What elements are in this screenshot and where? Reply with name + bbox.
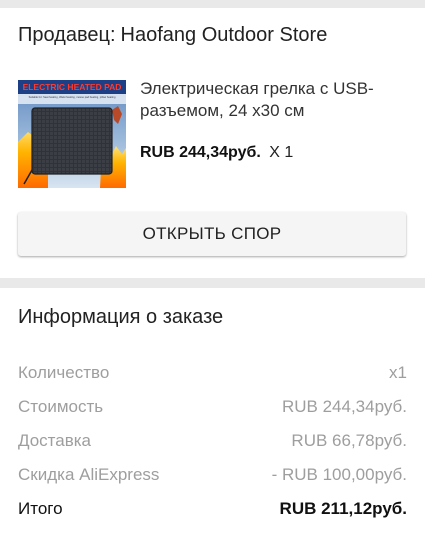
product-image[interactable]: ELECTRIC HEATED PAD Suitable for: Seat h… bbox=[18, 80, 126, 188]
order-info-heading: Информация о заказе bbox=[18, 306, 224, 328]
product-title[interactable]: Электрическая грелка с USB-разъемом, 24 … bbox=[140, 78, 405, 122]
order-row-value: x1 bbox=[389, 363, 407, 382]
order-row-label: Скидка AliExpress bbox=[18, 465, 160, 484]
product-price-row: RUB 244,34руб. X 1 bbox=[140, 144, 293, 162]
product-image-banner: ELECTRIC HEATED PAD bbox=[23, 82, 122, 92]
order-row-discount: Скидка AliExpress - RUB 100,00руб. bbox=[18, 463, 407, 487]
order-row-shipping: Доставка RUB 66,78руб. bbox=[18, 429, 407, 453]
seller-label: Продавец: bbox=[18, 24, 116, 46]
open-dispute-button[interactable]: ОТКРЫТЬ СПОР bbox=[18, 212, 406, 256]
order-info-card: Информация о заказе Количество x1 Стоимо… bbox=[0, 288, 425, 545]
top-divider bbox=[0, 0, 425, 8]
seller-name-link[interactable]: Haofang Outdoor Store bbox=[121, 24, 328, 46]
order-row-quantity: Количество x1 bbox=[18, 361, 407, 385]
order-row-label: Стоимость bbox=[18, 397, 104, 416]
order-row-value: RUB 244,34руб. bbox=[281, 397, 407, 416]
order-row-value: - RUB 100,00руб. bbox=[271, 465, 407, 484]
product-image-graphic: ELECTRIC HEATED PAD Suitable for: Seat h… bbox=[18, 80, 126, 188]
order-row-cost: Стоимость RUB 244,34руб. bbox=[18, 395, 407, 419]
seller-line: Продавец: Haofang Outdoor Store bbox=[18, 24, 327, 47]
order-row-label: Количество bbox=[18, 363, 110, 382]
product-image-caption: Suitable for: Seat heating, Waist heatin… bbox=[29, 95, 116, 99]
product-quantity: X 1 bbox=[269, 144, 294, 161]
product-price: RUB 244,34руб. bbox=[140, 144, 261, 161]
seller-card: Продавец: Haofang Outdoor Store ELECTRIC… bbox=[0, 8, 425, 278]
order-total-label: Итого bbox=[18, 499, 63, 518]
order-total-value: RUB 211,12руб. bbox=[279, 499, 407, 518]
order-row-value: RUB 66,78руб. bbox=[291, 431, 407, 450]
order-row-label: Доставка bbox=[18, 431, 92, 450]
order-row-total: Итого RUB 211,12руб. bbox=[18, 497, 407, 521]
